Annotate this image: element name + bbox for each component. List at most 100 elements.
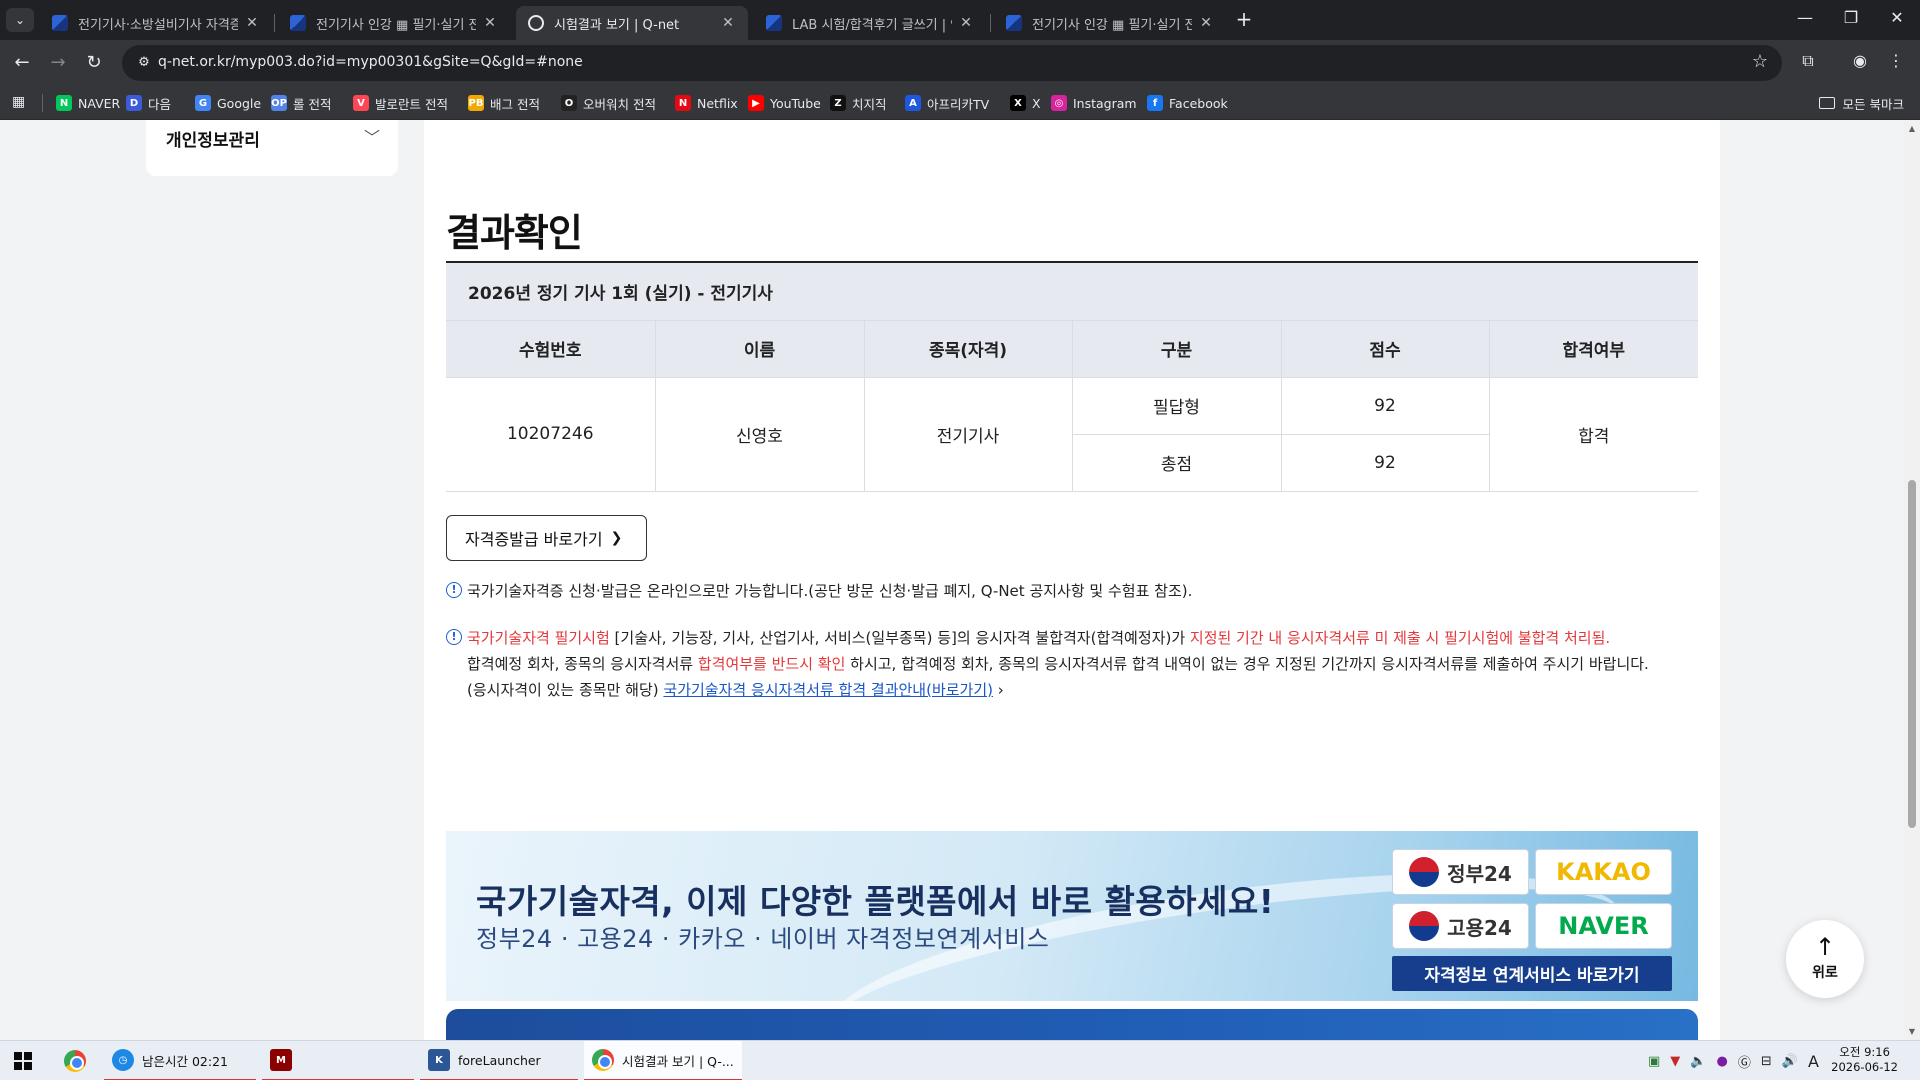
taskbar-chrome-window[interactable]: 시험결과 보기 | Q-... xyxy=(584,1041,742,1080)
tab-title: 전기기사·소방설비기사 자격증 xyxy=(78,17,238,33)
bookmark-item[interactable]: XX xyxy=(1010,86,1041,120)
tab-search-chevron-icon[interactable]: ⌄ xyxy=(6,8,34,32)
close-icon[interactable]: ✕ xyxy=(1198,15,1214,31)
tab-5[interactable]: 전기기사 인강 ▦ 필기·실기 전 ✕ xyxy=(994,6,1226,40)
bookmark-item[interactable]: G Google xyxy=(195,86,261,120)
bookmark-favicon-icon: V xyxy=(353,95,369,111)
bookmark-favicon-icon: OP xyxy=(271,95,287,111)
url-text[interactable]: q-net.or.kr/myp003.do?id=myp00301&gSite=… xyxy=(158,54,583,70)
taskbar-item-label: 시험결과 보기 | Q-... xyxy=(622,1053,734,1069)
windows-start-icon[interactable] xyxy=(14,1052,32,1070)
scroll-up-arrow-icon[interactable]: ▲ xyxy=(1907,124,1917,133)
tab-separator xyxy=(990,14,991,32)
minimize-icon[interactable]: — xyxy=(1790,8,1820,27)
notice-text: 하시고, 합격예정 회차, 종목의 응시자격서류 합격 내역이 없는 경우 지정… xyxy=(845,655,1649,673)
bookmark-favicon-icon: O xyxy=(561,95,577,111)
tab-title: 전기기사 인강 ▦ 필기·실기 전 xyxy=(316,17,476,33)
taskbar-forelauncher[interactable]: K foreLauncher xyxy=(420,1041,578,1080)
scroll-thumb[interactable] xyxy=(1908,480,1916,828)
ime-indicator[interactable]: A xyxy=(1808,1052,1819,1071)
chevron-right-icon: ❯ xyxy=(610,530,623,546)
bookmark-favicon-icon: ◎ xyxy=(1051,95,1067,111)
new-tab-plus-icon[interactable]: + xyxy=(1232,8,1256,32)
badge-label: NAVER xyxy=(1558,912,1649,940)
kakao-badge[interactable]: KAKAO xyxy=(1535,849,1672,895)
pass-status: 합격 xyxy=(1488,376,1699,492)
exam-type: 필답형 xyxy=(1071,376,1282,435)
bookmark-item[interactable]: N Netflix xyxy=(675,86,738,120)
scroll-to-top-button[interactable]: ↑ 위로 xyxy=(1786,920,1864,998)
network-icon[interactable]: ⊟ xyxy=(1761,1054,1772,1069)
site-settings-icon[interactable]: ⚙ xyxy=(134,53,154,73)
restore-icon[interactable]: ❐ xyxy=(1836,8,1866,27)
bookmark-item[interactable]: f Facebook xyxy=(1147,86,1228,120)
bookmark-label: 발로란트 전적 xyxy=(375,96,448,112)
eligibility-result-link[interactable]: 국가기술자격 응시자격서류 합격 결과안내(바로가기) xyxy=(663,681,993,699)
bookmark-item[interactable]: O 오버워치 전적 xyxy=(561,86,656,120)
close-icon[interactable]: ✕ xyxy=(720,15,736,31)
tray-icons: ▣ ▼ 🔈 ● Ⓖ ⊟ 🔊 A xyxy=(1648,1041,1819,1080)
bookmark-item[interactable]: N NAVER xyxy=(56,86,120,120)
bookmark-favicon-icon: f xyxy=(1147,95,1163,111)
tab-4[interactable]: LAB 시험/합격후기 글쓰기 | 인 ✕ xyxy=(754,6,986,40)
scroll-down-arrow-icon[interactable]: ▼ xyxy=(1907,1027,1917,1036)
apps-grid-icon[interactable]: ▦ xyxy=(12,94,25,110)
secondary-banner[interactable] xyxy=(446,1009,1698,1040)
taskbar-item-label: 남은시간 02:21 xyxy=(142,1053,228,1069)
menu-kebab-icon[interactable]: ⋮ xyxy=(1884,51,1908,70)
sidebar-item-label: 개인정보관리 xyxy=(166,131,260,151)
tray-antivirus-icon[interactable]: ▼ xyxy=(1670,1054,1680,1069)
bookmark-item[interactable]: D 다음 xyxy=(126,86,171,120)
bookmark-item[interactable]: V 발로란트 전적 xyxy=(353,86,448,120)
notice-text: 국가기술자격증 신청·발급은 온라인으로만 가능합니다.(공단 방문 신청·발급… xyxy=(467,582,1193,600)
bookmark-label: 치지직 xyxy=(852,96,887,112)
chrome-icon xyxy=(592,1049,614,1071)
tray-dot-icon[interactable]: ● xyxy=(1716,1054,1727,1069)
taskbar-game-app[interactable]: M xyxy=(262,1041,414,1080)
notice-text: [기술사, 기능장, 기사, 산업기사, 서비스(일부종목) 등]의 응시자격 … xyxy=(609,629,1190,647)
forelauncher-icon: K xyxy=(428,1049,450,1071)
linked-service-button[interactable]: 자격정보 연계서비스 바로가기 xyxy=(1392,956,1672,991)
notice-highlight: 지정된 기간 내 응시자격서류 미 제출 시 필기시험에 불합격 처리됨. xyxy=(1189,629,1611,647)
all-bookmarks-folder[interactable]: 모든 북마크 xyxy=(1818,86,1904,120)
platform-banner[interactable]: 국가기술자격, 이제 다양한 플랫폼에서 바로 활용하세요! 정부24 · 고용… xyxy=(446,831,1698,1001)
tray-volume-mute-icon[interactable]: 🔈 xyxy=(1690,1054,1706,1069)
tab-1[interactable]: 전기기사·소방설비기사 자격증 ✕ xyxy=(40,6,272,40)
window-close-icon[interactable]: ✕ xyxy=(1882,8,1912,27)
sidebar-personal-info-menu[interactable]: 개인정보관리 ﹀ xyxy=(146,120,398,176)
result-table: 2026년 정기 기사 1회 (실기) - 전기기사 수험번호 이름 종목(자격… xyxy=(446,261,1699,492)
arrow-up-icon: ↑ xyxy=(1814,933,1836,961)
tab-active-qnet[interactable]: 시험결과 보기 | Q-net ✕ xyxy=(516,6,748,40)
profile-avatar-icon[interactable]: ◉ xyxy=(1848,51,1872,70)
back-arrow-icon[interactable]: ← xyxy=(10,51,34,75)
speaker-icon[interactable]: 🔊 xyxy=(1782,1054,1798,1069)
bookmark-star-icon[interactable]: ☆ xyxy=(1752,51,1768,72)
extensions-puzzle-icon[interactable]: ⧉ xyxy=(1796,51,1820,71)
bookmark-item[interactable]: ▶ YouTube xyxy=(748,86,821,120)
tab-2[interactable]: 전기기사 인강 ▦ 필기·실기 전 ✕ xyxy=(278,6,510,40)
tray-g-icon[interactable]: Ⓖ xyxy=(1738,1052,1751,1071)
bookmark-favicon-icon: ▶ xyxy=(748,95,764,111)
bookmark-item[interactable]: Z 치지직 xyxy=(830,86,887,120)
page-title: 결과확인 xyxy=(446,211,583,255)
taskbar-timer-app[interactable]: ◷ 남은시간 02:21 xyxy=(104,1041,256,1080)
certificate-issue-button[interactable]: 자격증발급 바로가기 ❯ xyxy=(446,515,647,561)
bookmark-item[interactable]: PB 배그 전적 xyxy=(468,86,540,120)
bookmark-item[interactable]: ◎ Instagram xyxy=(1051,86,1137,120)
address-bar[interactable]: ⚙ q-net.or.kr/myp003.do?id=myp00301&gSit… xyxy=(122,45,1782,81)
work24-badge[interactable]: 고용24 xyxy=(1392,903,1529,949)
gov24-badge[interactable]: 정부24 xyxy=(1392,849,1529,895)
tray-app-icon[interactable]: ▣ xyxy=(1648,1054,1660,1069)
close-icon[interactable]: ✕ xyxy=(482,15,498,31)
forward-arrow-icon[interactable]: → xyxy=(46,51,70,75)
close-icon[interactable]: ✕ xyxy=(958,15,974,31)
reload-icon[interactable]: ↻ xyxy=(82,51,106,75)
close-icon[interactable]: ✕ xyxy=(244,15,260,31)
bookmark-item[interactable]: OP 롤 전적 xyxy=(271,86,331,120)
bookmark-item[interactable]: A 아프리카TV xyxy=(905,86,989,120)
system-clock[interactable]: 오전 9:16 2026-06-12 xyxy=(1831,1045,1898,1075)
naver-badge[interactable]: NAVER xyxy=(1535,903,1672,949)
bookmark-label: Facebook xyxy=(1169,95,1228,111)
chrome-taskbar-pin[interactable] xyxy=(56,1041,96,1080)
page-scrollbar[interactable]: ▲ ▼ xyxy=(1904,120,1920,1040)
